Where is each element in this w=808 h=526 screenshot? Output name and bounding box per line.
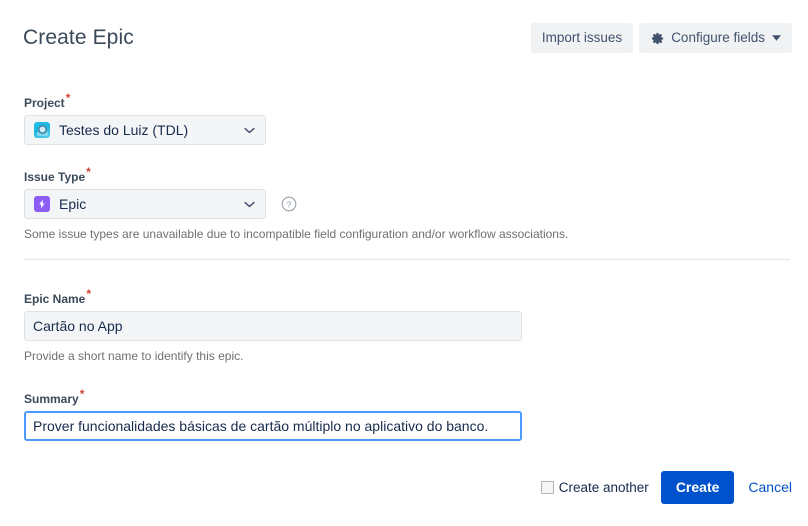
issue-type-select[interactable]: Epic xyxy=(24,189,266,219)
field-issue-type: Issue Type* Epic ? Some issue types are … xyxy=(24,166,584,242)
epic-name-hint: Provide a short name to identify this ep… xyxy=(24,349,244,363)
import-issues-button[interactable]: Import issues xyxy=(530,23,634,53)
question-circle-icon[interactable]: ? xyxy=(281,196,297,212)
section-divider xyxy=(24,259,790,260)
issue-type-label: Issue Type* xyxy=(24,165,91,184)
page-title: Create Epic xyxy=(23,26,134,49)
dialog-header: Create Epic Import issues Configure fiel… xyxy=(0,0,808,70)
dialog-footer: Create another Create Cancel xyxy=(540,471,792,504)
field-epic-name: Epic Name* Provide a short name to ident… xyxy=(24,288,524,364)
configure-fields-label: Configure fields xyxy=(671,30,765,45)
create-another-label: Create another xyxy=(558,479,649,495)
required-indicator: * xyxy=(86,287,92,301)
gear-icon xyxy=(650,31,665,46)
required-indicator: * xyxy=(86,165,91,179)
project-label: Project* xyxy=(24,91,71,110)
epic-name-label: Epic Name* xyxy=(24,287,92,306)
cancel-link[interactable]: Cancel xyxy=(748,479,792,496)
configure-fields-button[interactable]: Configure fields xyxy=(639,23,792,53)
issue-type-selected-value: Epic xyxy=(59,196,87,212)
svg-text:?: ? xyxy=(287,199,292,209)
summary-label: Summary* xyxy=(24,387,85,406)
create-another-checkbox[interactable] xyxy=(540,481,554,494)
create-button[interactable]: Create xyxy=(660,471,735,504)
chevron-down-icon xyxy=(244,127,255,134)
required-indicator: * xyxy=(65,91,71,105)
issue-type-row: Epic ? xyxy=(24,189,584,219)
project-select[interactable]: Testes do Luiz (TDL) xyxy=(24,115,266,145)
field-project: Project* Testes do Luiz (TDL) xyxy=(24,92,266,145)
epic-name-input[interactable] xyxy=(24,311,522,341)
header-actions: Import issues Configure fields xyxy=(530,23,792,53)
chevron-down-icon xyxy=(244,201,255,208)
chevron-down-icon xyxy=(772,35,781,41)
create-another-checkbox-wrapper[interactable]: Create another xyxy=(540,479,649,496)
epic-bolt-icon xyxy=(34,196,50,212)
import-issues-label: Import issues xyxy=(541,30,623,45)
issue-type-hint: Some issue types are unavailable due to … xyxy=(24,227,569,241)
project-selected-value: Testes do Luiz (TDL) xyxy=(59,122,189,138)
project-avatar-icon xyxy=(34,122,50,138)
field-summary: Summary* xyxy=(24,388,524,441)
summary-input[interactable] xyxy=(24,411,522,441)
required-indicator: * xyxy=(79,387,85,401)
